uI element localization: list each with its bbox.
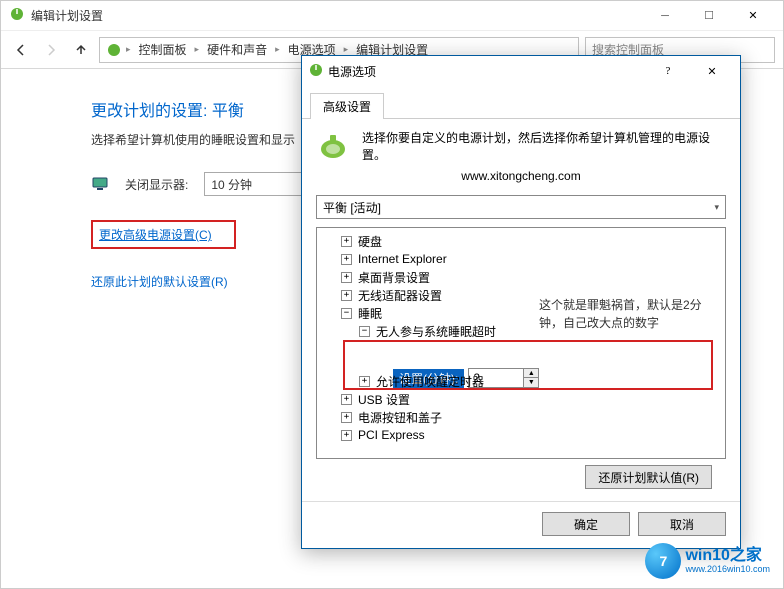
forward-button[interactable] [39, 38, 63, 62]
url-text: www.xitongcheng.com [316, 169, 726, 183]
advanced-settings-link[interactable]: 更改高级电源设置(C) [99, 228, 212, 242]
expand-icon[interactable]: + [341, 254, 352, 265]
highlight-box: 更改高级电源设置(C) [91, 220, 236, 249]
plan-select[interactable]: 平衡 [活动] ▾ [316, 195, 726, 219]
app-icon-small [106, 42, 122, 58]
expand-icon[interactable]: + [341, 236, 352, 247]
window-title: 编辑计划设置 [31, 7, 643, 24]
tab-strip: 高级设置 [302, 86, 740, 119]
chevron-down-icon: ▾ [714, 202, 719, 213]
dialog-body: 选择你要自定义的电源计划，然后选择你希望计算机管理的电源设置。 www.xito… [302, 119, 740, 495]
expand-icon[interactable]: + [341, 412, 352, 423]
intro-row: 选择你要自定义的电源计划，然后选择你希望计算机管理的电源设置。 [316, 129, 726, 163]
dialog-footer: 确定 取消 [302, 501, 740, 548]
dialog-titlebar[interactable]: 电源选项 ? ✕ [302, 56, 740, 86]
tree-item-ie[interactable]: +Internet Explorer [317, 250, 725, 268]
dialog-window-controls: ? ✕ [646, 57, 734, 85]
expand-icon[interactable]: + [341, 394, 352, 405]
watermark-logo: 7 [645, 543, 681, 579]
dialog-title: 电源选项 [324, 63, 646, 80]
tab-advanced[interactable]: 高级设置 [310, 93, 384, 119]
close-button[interactable]: ✕ [731, 2, 775, 30]
maximize-button[interactable]: ☐ [687, 2, 731, 30]
restore-defaults-button[interactable]: 还原计划默认值(R) [585, 465, 712, 489]
breadcrumb[interactable]: 控制面板 [135, 39, 191, 60]
battery-icon [316, 129, 350, 163]
expand-icon[interactable]: + [341, 272, 352, 283]
annotation-text: 这个就是罪魁祸首，默认是2分钟，自己改大点的数字 [539, 296, 709, 332]
titlebar: 编辑计划设置 ─ ☐ ✕ [1, 1, 783, 31]
power-options-dialog: 电源选项 ? ✕ 高级设置 选择你要自定义的电源计划，然后选择你希望计算机管理的… [301, 55, 741, 549]
chevron-right-icon: ▸ [275, 44, 280, 55]
window-controls: ─ ☐ ✕ [643, 2, 775, 30]
settings-tree[interactable]: +硬盘 +Internet Explorer +桌面背景设置 +无线适配器设置 … [316, 227, 726, 459]
turn-off-display-label: 关闭显示器: [125, 176, 188, 193]
watermark: 7 win10之家 www.2016win10.com [645, 543, 770, 579]
cancel-button[interactable]: 取消 [638, 512, 726, 536]
dialog-close-button[interactable]: ✕ [690, 57, 734, 85]
watermark-title: win10之家 [685, 547, 770, 565]
tree-item-pci[interactable]: +PCI Express [317, 426, 725, 444]
watermark-text: win10之家 www.2016win10.com [685, 547, 770, 574]
tree-item-usb[interactable]: +USB 设置 [317, 390, 725, 408]
restore-row: 还原计划默认值(R) [316, 459, 726, 495]
ok-button[interactable]: 确定 [542, 512, 630, 536]
breadcrumb[interactable]: 硬件和声音 [203, 39, 271, 60]
chevron-right-icon: ▸ [195, 44, 200, 55]
intro-text: 选择你要自定义的电源计划，然后选择你希望计算机管理的电源设置。 [362, 129, 726, 163]
tree-item-wake-timers[interactable]: +允许使用唤醒定时器 [317, 372, 725, 390]
tree-item-hard-disk[interactable]: +硬盘 [317, 232, 725, 250]
watermark-url: www.2016win10.com [685, 565, 770, 575]
restore-plan-defaults-link[interactable]: 还原此计划的默认设置(R) [91, 275, 228, 289]
collapse-icon[interactable]: − [359, 326, 370, 337]
plan-value: 平衡 [活动] [323, 199, 381, 216]
chevron-right-icon: ▸ [126, 44, 131, 55]
expand-icon[interactable]: + [341, 290, 352, 301]
collapse-icon[interactable]: − [341, 308, 352, 319]
expand-icon[interactable]: + [341, 430, 352, 441]
up-button[interactable] [69, 38, 93, 62]
select-value: 10 分钟 [211, 176, 252, 193]
dialog-help-button[interactable]: ? [646, 57, 690, 85]
power-icon [308, 62, 324, 81]
minimize-button[interactable]: ─ [643, 2, 687, 30]
expand-icon[interactable]: + [359, 376, 370, 387]
app-icon [9, 6, 25, 25]
tree-item-desktop-bg[interactable]: +桌面背景设置 [317, 268, 725, 286]
monitor-icon [91, 175, 109, 193]
tree-item-power-button[interactable]: +电源按钮和盖子 [317, 408, 725, 426]
chevron-right-icon: ▸ [344, 44, 349, 55]
back-button[interactable] [9, 38, 33, 62]
